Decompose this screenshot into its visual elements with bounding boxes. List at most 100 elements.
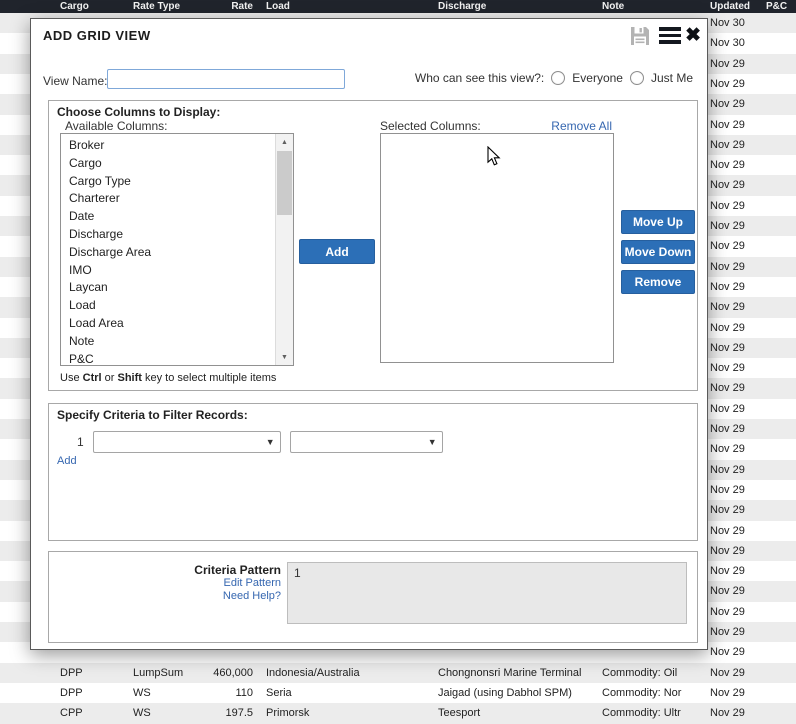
available-column-item[interactable]: Discharge bbox=[61, 226, 276, 244]
cell-updated: Nov 30 bbox=[710, 33, 760, 54]
available-columns-label: Available Columns: bbox=[65, 119, 168, 133]
cell-updated: Nov 29 bbox=[710, 399, 760, 420]
scrollbar-thumb[interactable] bbox=[277, 151, 292, 215]
cell-updated: Nov 29 bbox=[710, 358, 760, 379]
scroll-up-icon[interactable]: ▲ bbox=[276, 134, 293, 150]
column-header-cargo[interactable]: Cargo bbox=[60, 0, 130, 13]
scroll-down-icon[interactable]: ▼ bbox=[276, 349, 293, 365]
add-criteria-link[interactable]: Add bbox=[57, 455, 77, 467]
criteria-operator-select[interactable]: ▼ bbox=[290, 431, 443, 453]
criteria-field-select[interactable]: ▼ bbox=[93, 431, 281, 453]
cell-rate: 110 bbox=[193, 683, 253, 704]
cell-discharge: Jaigad (using Dabhol SPM) bbox=[438, 683, 598, 704]
move-up-button[interactable]: Move Up bbox=[621, 210, 695, 234]
cell-note: Commodity: Nor bbox=[602, 683, 704, 704]
everyone-label[interactable]: Everyone bbox=[572, 71, 623, 85]
cell-updated: Nov 29 bbox=[710, 94, 760, 115]
column-header-load[interactable]: Load bbox=[266, 0, 431, 13]
cell-load: Indonesia/Australia bbox=[266, 663, 431, 684]
available-column-item[interactable]: Cargo Type bbox=[61, 173, 276, 191]
cell-updated: Nov 29 bbox=[710, 277, 760, 298]
available-column-item[interactable]: Laycan bbox=[61, 279, 276, 297]
available-column-item[interactable]: Note bbox=[61, 333, 276, 351]
cell-load: Primorsk bbox=[266, 703, 431, 724]
cell-load: Seria bbox=[266, 683, 431, 704]
cell-rate: 460,000 bbox=[193, 663, 253, 684]
available-column-item[interactable]: Broker bbox=[61, 137, 276, 155]
cell-updated: Nov 29 bbox=[710, 581, 760, 602]
available-columns-list[interactable]: BrokerCargoCargo TypeChartererDateDischa… bbox=[60, 133, 294, 366]
cell-updated: Nov 29 bbox=[710, 175, 760, 196]
cell-discharge: Chongnonsri Marine Terminal bbox=[438, 663, 598, 684]
column-header-discharge[interactable]: Discharge bbox=[438, 0, 598, 13]
criteria-pattern-box[interactable]: 1 bbox=[287, 562, 687, 624]
cell-updated: Nov 29 bbox=[710, 196, 760, 217]
remove-button[interactable]: Remove bbox=[621, 270, 695, 294]
available-column-item[interactable]: Discharge Area bbox=[61, 244, 276, 262]
cell-updated: Nov 29 bbox=[710, 318, 760, 339]
cell-updated: Nov 29 bbox=[710, 378, 760, 399]
column-header-rate[interactable]: Rate bbox=[193, 0, 253, 13]
criteria-pattern-label: Criteria Pattern bbox=[49, 564, 281, 577]
justme-radio[interactable] bbox=[630, 71, 644, 85]
cell-updated: Nov 29 bbox=[710, 480, 760, 501]
available-column-item[interactable]: Load Area bbox=[61, 315, 276, 333]
available-column-item[interactable]: IMO bbox=[61, 262, 276, 280]
cell-updated: Nov 29 bbox=[710, 54, 760, 75]
available-column-item[interactable]: Cargo bbox=[61, 155, 276, 173]
cell-updated: Nov 29 bbox=[710, 683, 760, 704]
cell-updated: Nov 29 bbox=[710, 338, 760, 359]
criteria-row: 1 ▼ ▼ bbox=[77, 431, 443, 453]
multi-select-hint: Use Ctrl or Shift key to select multiple… bbox=[60, 372, 276, 384]
view-name-input[interactable] bbox=[107, 69, 345, 89]
cell-updated: Nov 29 bbox=[710, 521, 760, 542]
cell-rate: 197.5 bbox=[193, 703, 253, 724]
column-header-pc[interactable]: P&C bbox=[766, 0, 794, 13]
cell-note: Commodity: Oil bbox=[602, 663, 704, 684]
cell-updated: Nov 29 bbox=[710, 74, 760, 95]
table-row[interactable]: DPPWS110SeriaJaigad (using Dabhol SPM)Co… bbox=[0, 683, 796, 704]
remove-all-link[interactable]: Remove All bbox=[551, 119, 612, 133]
criteria-pattern-section: Criteria Pattern Edit Pattern Need Help?… bbox=[48, 551, 698, 643]
view-name-label: View Name: bbox=[43, 74, 107, 88]
cell-updated: Nov 29 bbox=[710, 135, 760, 156]
cell-updated: Nov 29 bbox=[710, 703, 760, 724]
cell-discharge: Teesport bbox=[438, 703, 598, 724]
need-help-link[interactable]: Need Help? bbox=[49, 590, 281, 603]
everyone-radio[interactable] bbox=[551, 71, 565, 85]
filter-criteria-title: Specify Criteria to Filter Records: bbox=[57, 408, 248, 422]
menu-icon[interactable] bbox=[659, 27, 681, 45]
cell-updated: Nov 29 bbox=[710, 663, 760, 684]
table-header: CargoRate TypeRateLoadDischargeNoteUpdat… bbox=[0, 0, 796, 13]
cell-note: Commodity: Ultr bbox=[602, 703, 704, 724]
available-column-item[interactable]: P&C bbox=[61, 351, 276, 366]
available-column-item[interactable]: Charterer bbox=[61, 190, 276, 208]
column-header-updated[interactable]: Updated bbox=[710, 0, 760, 13]
save-icon[interactable] bbox=[628, 24, 652, 48]
table-row[interactable]: DPPLumpSum460,000Indonesia/AustraliaChon… bbox=[0, 663, 796, 684]
move-down-button[interactable]: Move Down bbox=[621, 240, 695, 264]
cell-updated: Nov 29 bbox=[710, 439, 760, 460]
criteria-row-number: 1 bbox=[77, 435, 84, 449]
cell-cargo: CPP bbox=[60, 703, 130, 724]
dialog-title: ADD GRID VIEW bbox=[43, 28, 151, 43]
cell-updated: Nov 29 bbox=[710, 297, 760, 318]
list-scrollbar[interactable]: ▲ ▼ bbox=[275, 134, 293, 365]
table-row[interactable]: CPPWS197.5PrimorskTeesportCommodity: Ult… bbox=[0, 703, 796, 724]
visibility-options: Who can see this view?: Everyone Just Me bbox=[415, 71, 693, 85]
cell-updated: Nov 29 bbox=[710, 155, 760, 176]
edit-pattern-link[interactable]: Edit Pattern bbox=[49, 577, 281, 590]
add-column-button[interactable]: Add bbox=[299, 239, 375, 264]
cell-updated: Nov 29 bbox=[710, 257, 760, 278]
cell-cargo: DPP bbox=[60, 663, 130, 684]
cell-updated: Nov 29 bbox=[710, 236, 760, 257]
close-icon[interactable]: ✖ bbox=[685, 23, 701, 49]
chevron-down-icon: ▼ bbox=[428, 437, 437, 447]
justme-label[interactable]: Just Me bbox=[651, 71, 693, 85]
column-header-note[interactable]: Note bbox=[602, 0, 704, 13]
cell-updated: Nov 29 bbox=[710, 561, 760, 582]
available-column-item[interactable]: Load bbox=[61, 297, 276, 315]
cell-updated: Nov 29 bbox=[710, 460, 760, 481]
pattern-labels: Criteria Pattern Edit Pattern Need Help? bbox=[49, 564, 281, 602]
available-column-item[interactable]: Date bbox=[61, 208, 276, 226]
